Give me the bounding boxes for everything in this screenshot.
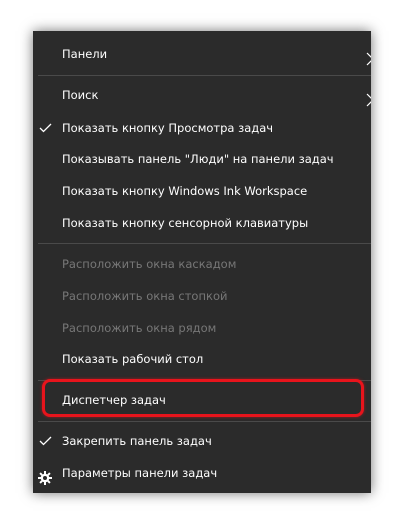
menu-item-panels[interactable]: Панели <box>33 39 371 69</box>
checkmark-icon <box>39 426 53 456</box>
gear-icon <box>38 466 52 485</box>
menu-separator <box>38 421 371 422</box>
menu-item-show-task-view-button[interactable]: Показать кнопку Просмотра задач <box>33 113 371 143</box>
menu-item-side-by-side-windows: Расположить окна рядом <box>33 313 371 343</box>
menu-item-taskbar-settings[interactable]: Параметры панели задач <box>33 458 371 488</box>
menu-item-label: Показывать панель "Люди" на панели задач <box>62 152 334 166</box>
menu-item-label: Расположить окна каскадом <box>62 257 237 271</box>
menu-item-task-manager[interactable]: Диспетчер задач <box>33 385 371 415</box>
menu-item-show-ink-workspace-button[interactable]: Показать кнопку Windows Ink Workspace <box>33 176 371 206</box>
menu-item-show-touch-keyboard-button[interactable]: Показать кнопку сенсорной клавиатуры <box>33 208 371 238</box>
checkmark-icon <box>39 113 53 143</box>
menu-item-label: Расположить окна стопкой <box>62 289 228 303</box>
menu-item-cascade-windows: Расположить окна каскадом <box>33 249 371 279</box>
menu-item-label: Закрепить панель задач <box>62 434 212 448</box>
menu-separator <box>38 243 371 244</box>
menu-item-label: Показать рабочий стол <box>62 352 204 366</box>
menu-item-label: Поиск <box>62 88 99 102</box>
menu-item-show-people-panel[interactable]: Показывать панель "Люди" на панели задач <box>33 144 371 174</box>
menu-separator <box>38 75 371 76</box>
menu-item-label: Параметры панели задач <box>62 466 218 480</box>
menu-item-label: Диспетчер задач <box>62 393 166 407</box>
menu-item-label: Панели <box>62 47 108 61</box>
menu-item-lock-taskbar[interactable]: Закрепить панель задач <box>33 426 371 456</box>
menu-item-label: Показать кнопку сенсорной клавиатуры <box>62 216 309 230</box>
chevron-right-icon <box>365 47 371 66</box>
taskbar-context-menu: Панели Поиск Показать кнопку Просмотра з… <box>33 31 371 493</box>
menu-item-stack-windows: Расположить окна стопкой <box>33 281 371 311</box>
chevron-right-icon <box>365 88 371 107</box>
menu-item-label: Показать кнопку Просмотра задач <box>62 121 274 135</box>
menu-item-label: Показать кнопку Windows Ink Workspace <box>62 184 308 198</box>
menu-separator <box>38 380 371 381</box>
menu-item-label: Расположить окна рядом <box>62 321 217 335</box>
menu-item-show-desktop[interactable]: Показать рабочий стол <box>33 344 371 374</box>
menu-item-search[interactable]: Поиск <box>33 80 371 110</box>
